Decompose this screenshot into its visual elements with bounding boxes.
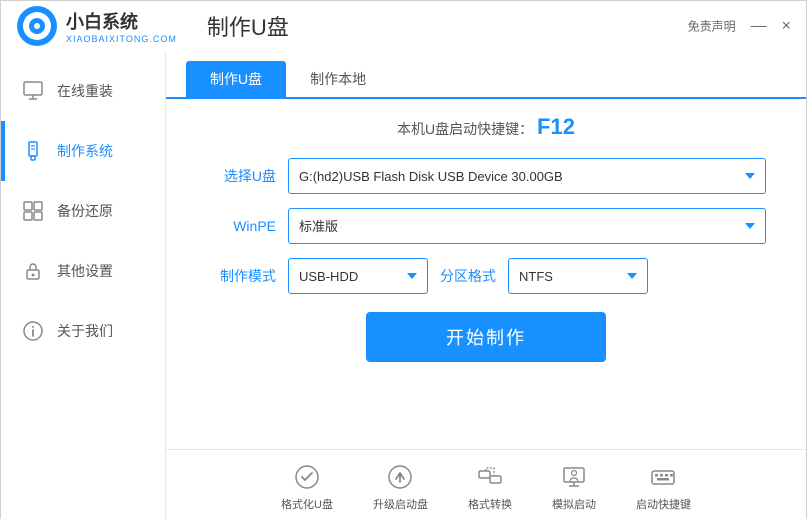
shortcut-hint: 本机U盘启动快捷键： F12: [206, 114, 766, 140]
toolbar-item-boot-shortcut[interactable]: 启动快捷键: [636, 462, 691, 512]
monitor-icon: [21, 79, 45, 103]
title-bar-controls: 免责声明 — ×: [688, 18, 791, 35]
logo-main-text: 小白系统: [66, 8, 177, 34]
sidebar-item-make-system[interactable]: 制作系统: [1, 121, 165, 181]
sidebar-item-backup-restore[interactable]: 备份还原: [1, 181, 165, 241]
winpe-dropdown[interactable]: 标准版: [288, 208, 766, 244]
minimize-button[interactable]: —: [751, 18, 767, 34]
toolbar-label-format-usb: 格式化U盘: [281, 496, 333, 512]
sidebar: 在线重装 制作系统: [1, 51, 166, 520]
convert-icon: [475, 462, 505, 492]
toolbar-item-upgrade-boot[interactable]: 升级启动盘: [373, 462, 428, 512]
form-area: 本机U盘启动快捷键： F12 选择U盘 G:(hd2)USB Flash Dis…: [166, 99, 806, 449]
select-usb-label: 选择U盘: [206, 166, 276, 186]
close-button[interactable]: ×: [782, 18, 791, 34]
tab-make-local[interactable]: 制作本地: [286, 61, 390, 97]
make-mode-dropdown[interactable]: USB-HDD: [288, 258, 428, 294]
start-make-button[interactable]: 开始制作: [366, 312, 606, 362]
partition-format-dropdown[interactable]: NTFS: [508, 258, 648, 294]
active-bar: [1, 121, 5, 181]
toolbar-label-simulate-boot: 模拟启动: [552, 496, 596, 512]
toolbar-label-format-convert: 格式转换: [468, 496, 512, 512]
main-layout: 在线重装 制作系统: [1, 51, 806, 520]
info-icon: [21, 319, 45, 343]
sidebar-label-online-reinstall: 在线重装: [57, 81, 113, 101]
check-circle-icon: [292, 462, 322, 492]
make-mode-label: 制作模式: [206, 266, 276, 286]
arrow-up-circle-icon: [385, 462, 415, 492]
tab-make-usb[interactable]: 制作U盘: [186, 61, 286, 97]
title-bar: 小白系统 XIAOBAIXITONG.COM 制作U盘 免责声明 — ×: [1, 1, 806, 51]
disclaimer-button[interactable]: 免责声明: [688, 18, 736, 35]
page-title: 制作U盘: [207, 10, 289, 42]
partition-label: 分区格式: [440, 266, 496, 286]
toolbar-item-simulate-boot[interactable]: 模拟启动: [552, 462, 596, 512]
usb-icon: [21, 139, 45, 163]
content-area: 制作U盘 制作本地 本机U盘启动快捷键： F12 选择U盘 G:(hd2)USB…: [166, 51, 806, 520]
sidebar-item-other-settings[interactable]: 其他设置: [1, 241, 165, 301]
toolbar-label-upgrade-boot: 升级启动盘: [373, 496, 428, 512]
sidebar-label-make-system: 制作系统: [57, 141, 113, 161]
keyboard-icon: [648, 462, 678, 492]
select-usb-dropdown[interactable]: G:(hd2)USB Flash Disk USB Device 30.00GB: [288, 158, 766, 194]
toolbar-item-format-convert[interactable]: 格式转换: [468, 462, 512, 512]
sidebar-item-about-us[interactable]: 关于我们: [1, 301, 165, 361]
shortcut-hint-text: 本机U盘启动快捷键：: [397, 121, 533, 137]
toolbar-item-format-usb[interactable]: 格式化U盘: [281, 462, 333, 512]
sidebar-item-online-reinstall[interactable]: 在线重装: [1, 61, 165, 121]
winpe-row: WinPE 标准版: [206, 208, 766, 244]
logo-icon: [16, 5, 58, 47]
logo-text-area: 小白系统 XIAOBAIXITONG.COM: [66, 8, 177, 44]
shortcut-key: F12: [537, 114, 575, 139]
logo-area: 小白系统 XIAOBAIXITONG.COM: [16, 5, 177, 47]
logo-sub-text: XIAOBAIXITONG.COM: [66, 34, 177, 44]
toolbar-label-boot-shortcut: 启动快捷键: [636, 496, 691, 512]
select-usb-row: 选择U盘 G:(hd2)USB Flash Disk USB Device 30…: [206, 158, 766, 194]
tabs: 制作U盘 制作本地: [166, 51, 806, 99]
winpe-label: WinPE: [206, 218, 276, 234]
grid-icon: [21, 199, 45, 223]
sidebar-label-backup-restore: 备份还原: [57, 201, 113, 221]
sidebar-label-about-us: 关于我们: [57, 321, 113, 341]
bottom-toolbar: 格式化U盘 升级启动盘: [166, 449, 806, 520]
lock-icon: [21, 259, 45, 283]
computer-icon: [559, 462, 589, 492]
sidebar-label-other-settings: 其他设置: [57, 261, 113, 281]
mode-row: 制作模式 USB-HDD 分区格式 NTFS: [206, 258, 766, 294]
